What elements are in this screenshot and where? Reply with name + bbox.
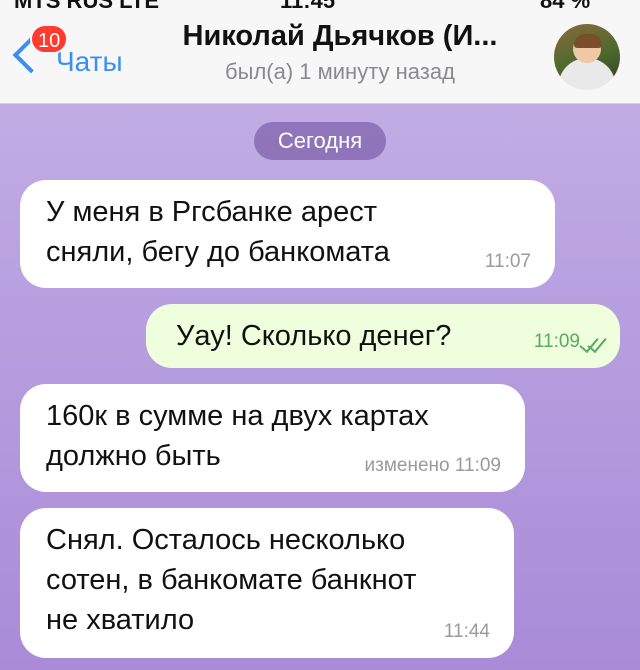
chat-title-block[interactable]: Николай Дьячков (И... был(а) 1 минуту на… (150, 20, 530, 85)
battery-label: 84 % (540, 0, 590, 10)
message-incoming[interactable]: Снял. Осталось несколько сотен, в банком… (20, 508, 514, 658)
unread-badge: 10 (30, 24, 69, 54)
message-time: 11:09 (533, 331, 580, 352)
message-text: Снял. Осталось несколько сотен, в банком… (46, 524, 417, 636)
avatar[interactable] (554, 24, 620, 90)
message-text: У меня в Ргсбанке арест сняли, бегу до б… (46, 196, 390, 268)
message-time: 11:07 (484, 251, 531, 272)
carrier-label: MTS RUS LTE (14, 0, 159, 10)
back-label: Чаты (56, 46, 123, 77)
chat-title: Николай Дьячков (И... (182, 20, 498, 52)
avatar-hair (574, 34, 602, 48)
last-seen-status: был(а) 1 минуту назад (225, 59, 455, 84)
message-outgoing[interactable]: Уау! Сколько денег? 11:09 (146, 304, 620, 368)
message-incoming[interactable]: У меня в Ргсбанке арест сняли, бегу до б… (20, 180, 555, 288)
message-incoming[interactable]: 160к в сумме на двух картах должно быть … (20, 384, 525, 492)
status-bar: MTS RUS LTE 11:45 84 % (0, 0, 640, 10)
message-time: 11:44 (443, 621, 490, 642)
status-time: 11:45 (280, 0, 335, 10)
date-divider: Сегодня (254, 122, 386, 160)
chat-header: MTS RUS LTE 11:45 84 % Чаты 10 Николай Д… (0, 0, 640, 104)
double-check-icon (579, 332, 607, 354)
message-edited-time: изменено 11:09 (364, 455, 502, 476)
